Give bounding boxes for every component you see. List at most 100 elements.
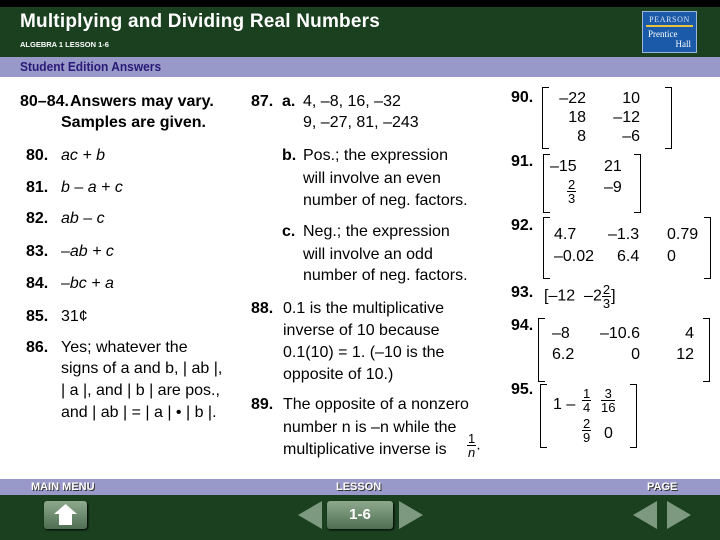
q95-r1-frac1-num: 1 (582, 386, 592, 401)
header: Multiplying and Dividing Real Numbers AL… (0, 7, 720, 57)
next-page-button[interactable] (667, 501, 691, 529)
pearson-logo: PEARSON Prentice Hall (642, 11, 697, 53)
q93-value-b-whole: –2 (584, 287, 602, 305)
q92-number: 92. (511, 217, 534, 234)
q87a-line2: 9, –27, 81, –243 (303, 114, 419, 131)
q91-frac-num: 2 (567, 177, 577, 192)
q89-line1: The opposite of a nonzero (283, 396, 469, 413)
q94-r1c1: –8 (552, 325, 570, 342)
q87b-line2: will involve an even (303, 170, 441, 187)
q91-number: 91. (511, 153, 534, 170)
q83-number: 83. (26, 243, 49, 260)
main-menu-label: MAIN MENU (31, 481, 95, 493)
q87b-line3: number of neg. factors. (303, 192, 468, 209)
section-label: Student Edition Answers (20, 59, 162, 74)
q95-r2c2: 29 (582, 416, 592, 444)
q95-right-bracket (630, 384, 637, 448)
q86-line3: | a |, and | b | are pos., (61, 382, 220, 399)
q80-answer: ac + b (61, 147, 106, 164)
q90-r3c2: –6 (622, 128, 640, 145)
q90-r2c1: 18 (568, 109, 586, 126)
footer-nav: 1-6 (0, 495, 720, 540)
q90-r3c1: 8 (577, 128, 586, 145)
q86-line1: Yes; whatever the (61, 339, 188, 356)
q90-r2c2: –12 (613, 109, 640, 126)
q82-answer: ab – c (61, 210, 105, 227)
q93-answer: [–12 –2 2 3] (544, 283, 616, 310)
q87a-line1: 4, –8, 16, –32 (303, 93, 401, 110)
q95-r1-frac2-den: 16 (601, 400, 616, 415)
logo-line2: Hall (675, 39, 692, 49)
q89-number: 89. (251, 396, 274, 413)
q92-r1c2: –1.3 (608, 226, 640, 243)
q90-r1c1: –22 (559, 90, 586, 107)
answers-content: 80–84. Answers may vary. Samples are giv… (0, 77, 720, 477)
q81-number: 81. (26, 179, 49, 196)
q95-r1c3: 3 16 (601, 387, 616, 415)
main-menu-button[interactable] (44, 501, 87, 529)
q84-answer: –bc + a (61, 275, 114, 292)
q88-line1: 0.1 is the multiplicative (283, 300, 444, 317)
q92-right-bracket (704, 217, 711, 279)
q92-left-bracket (543, 217, 550, 279)
q95-r2c3: 0 (604, 425, 613, 442)
q94-number: 94. (511, 317, 534, 334)
q95-r1c1: 1 – (553, 396, 576, 413)
q82-number: 82. (26, 210, 49, 227)
q91-frac-den: 3 (568, 191, 576, 206)
home-icon (54, 504, 77, 525)
q94-r1c3: 4 (685, 325, 694, 342)
q87a-label: a. (282, 93, 296, 110)
q95-r2-frac-num: 2 (582, 416, 592, 431)
q93-frac-den: 3 (602, 296, 611, 311)
section-band: Student Edition Answers (0, 57, 720, 77)
intro-line2: Samples are given. (61, 114, 206, 131)
q81-answer: b – a + c (61, 179, 123, 196)
next-lesson-button[interactable] (399, 501, 423, 529)
q90-r1c2: 10 (622, 90, 640, 107)
logo-divider (646, 25, 693, 27)
q95-r1c2: 14 (582, 386, 592, 415)
q86-line4: and | ab | = | a | • | b |. (61, 404, 217, 421)
q92-r1c3: 0.79 (667, 226, 699, 243)
q89-frac-den: n (468, 445, 476, 460)
q89-frac-num: 1 (467, 431, 477, 446)
q91-r2c1: 23 (567, 177, 577, 206)
q93-value-a: –12 (548, 287, 576, 305)
q94-r2c3: 12 (676, 346, 694, 363)
q91-left-bracket (543, 154, 550, 213)
q94-right-bracket (703, 318, 710, 382)
q89-line3: multiplicative inverse is (283, 441, 447, 458)
q88-line2: inverse of 10 because (283, 322, 440, 339)
q88-line4: opposite of 10.) (283, 366, 394, 383)
q91-r2c2: –9 (604, 179, 622, 196)
q87b-line1: Pos.; the expression (303, 147, 448, 164)
q93-close-bracket: ] (611, 287, 616, 305)
q85-answer: 31¢ (61, 308, 88, 325)
q93-number: 93. (511, 284, 534, 301)
top-border (0, 0, 720, 7)
lesson-label: LESSON (336, 481, 382, 493)
previous-lesson-button[interactable] (298, 501, 322, 529)
q95-number: 95. (511, 381, 534, 398)
q91-right-bracket (634, 154, 641, 213)
q86-number: 86. (26, 339, 49, 356)
previous-page-button[interactable] (633, 501, 657, 529)
q95-r1-frac2-num: 3 (601, 387, 616, 401)
q91-r1c1: –15 (550, 158, 577, 175)
q94-r1c2: –10.6 (599, 325, 640, 342)
q93-frac-num: 2 (601, 282, 612, 297)
q85-number: 85. (26, 308, 49, 325)
intro-line1: Answers may vary. (70, 93, 214, 110)
q92-r2c2: 6.4 (617, 248, 640, 265)
q95-r1-frac1-den: 4 (583, 400, 591, 415)
intro-number: 80–84. (20, 93, 69, 110)
logo-top-text: PEARSON (649, 15, 690, 24)
lesson-subtitle: ALGEBRA 1 LESSON 1-6 (20, 40, 109, 49)
q80-number: 80. (26, 147, 49, 164)
q87-number: 87. (251, 93, 274, 110)
q89-fraction: 1n. (467, 432, 481, 459)
lesson-number-button[interactable]: 1-6 (327, 501, 393, 529)
page-title: Multiplying and Dividing Real Numbers (20, 11, 380, 32)
q83-answer: –ab + c (61, 243, 114, 260)
